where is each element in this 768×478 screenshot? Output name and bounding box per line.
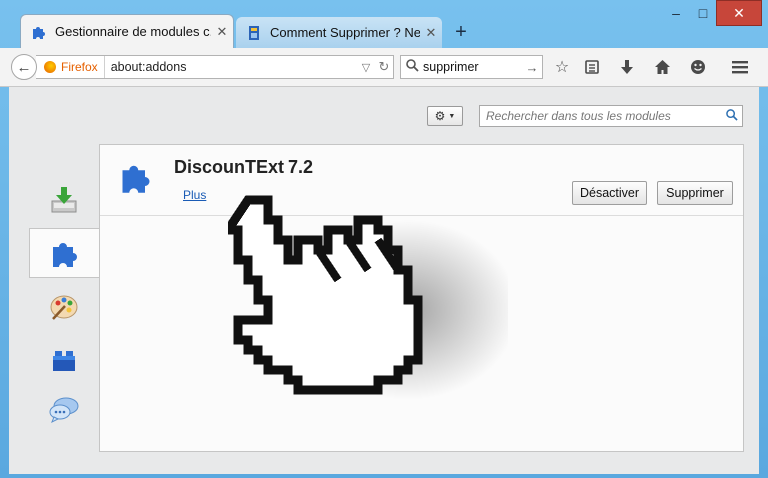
appearance-icon[interactable]	[29, 282, 99, 332]
puzzle-icon	[33, 26, 45, 39]
bookmarks-list-icon[interactable]	[580, 56, 604, 78]
extensions-icon[interactable]	[29, 228, 99, 278]
back-button[interactable]: ←	[11, 54, 37, 80]
maximize-button[interactable]: □	[690, 0, 716, 26]
search-icon	[401, 59, 423, 75]
more-link[interactable]: Plus	[183, 188, 206, 202]
tab-label: Comment Supprimer ? Net...	[270, 25, 420, 40]
tools-menu-button[interactable]: ⚙ ▼	[427, 106, 463, 126]
page-icon	[249, 25, 259, 40]
addon-version: 7.2	[288, 157, 314, 177]
reload-icon[interactable]: ↻	[375, 59, 393, 75]
addons-search-field[interactable]: Rechercher dans tous les modules	[479, 105, 743, 127]
search-go-icon[interactable]: →	[522, 60, 542, 75]
gear-icon: ⚙	[434, 109, 446, 123]
get-addons-icon[interactable]	[29, 175, 99, 225]
dropdown-icon[interactable]: ▽	[357, 61, 375, 74]
minimize-button[interactable]: –	[662, 0, 690, 26]
home-icon[interactable]	[650, 56, 674, 78]
navigation-toolbar: Firefox about:addons ▽ ↻ ← supprimer → ☆	[0, 48, 768, 87]
identity-label: Firefox	[61, 60, 98, 74]
addon-puzzle-icon	[122, 165, 150, 193]
tab-comment-supprimer[interactable]: Comment Supprimer ? Net... ✕	[236, 17, 442, 48]
new-tab-button[interactable]: +	[448, 20, 474, 44]
url-bar[interactable]: Firefox about:addons ▽ ↻	[36, 55, 394, 79]
chevron-down-icon: ▼	[448, 112, 456, 120]
menu-icon[interactable]	[728, 56, 752, 78]
browser-window: – □ ✕ Gestionnaire de modules c... ✕ Com…	[0, 0, 768, 478]
search-placeholder: Rechercher dans tous les modules	[486, 109, 671, 123]
tab-label: Gestionnaire de modules c...	[55, 24, 211, 39]
url-text[interactable]: about:addons	[105, 60, 357, 74]
search-bar[interactable]: supprimer →	[400, 55, 543, 79]
disable-button[interactable]: Désactiver	[572, 181, 647, 205]
hand-cursor-icon	[228, 195, 508, 400]
close-tab-icon[interactable]: ✕	[420, 25, 442, 41]
addon-name: DiscounTExt	[174, 157, 285, 177]
plugins-icon[interactable]	[29, 335, 99, 385]
identity-box[interactable]: Firefox	[36, 56, 105, 78]
search-icon[interactable]	[722, 108, 742, 124]
firefox-icon	[44, 61, 56, 73]
close-window-button[interactable]: ✕	[716, 0, 762, 26]
remove-button[interactable]: Supprimer	[657, 181, 733, 205]
close-tab-icon[interactable]: ✕	[211, 24, 233, 40]
star-icon[interactable]: ☆	[550, 56, 574, 78]
search-input[interactable]: supprimer	[423, 60, 522, 74]
tab-addons-manager[interactable]: Gestionnaire de modules c... ✕	[20, 14, 234, 48]
services-icon[interactable]	[29, 385, 99, 435]
smiley-icon[interactable]	[686, 56, 710, 78]
download-icon[interactable]	[615, 56, 639, 78]
